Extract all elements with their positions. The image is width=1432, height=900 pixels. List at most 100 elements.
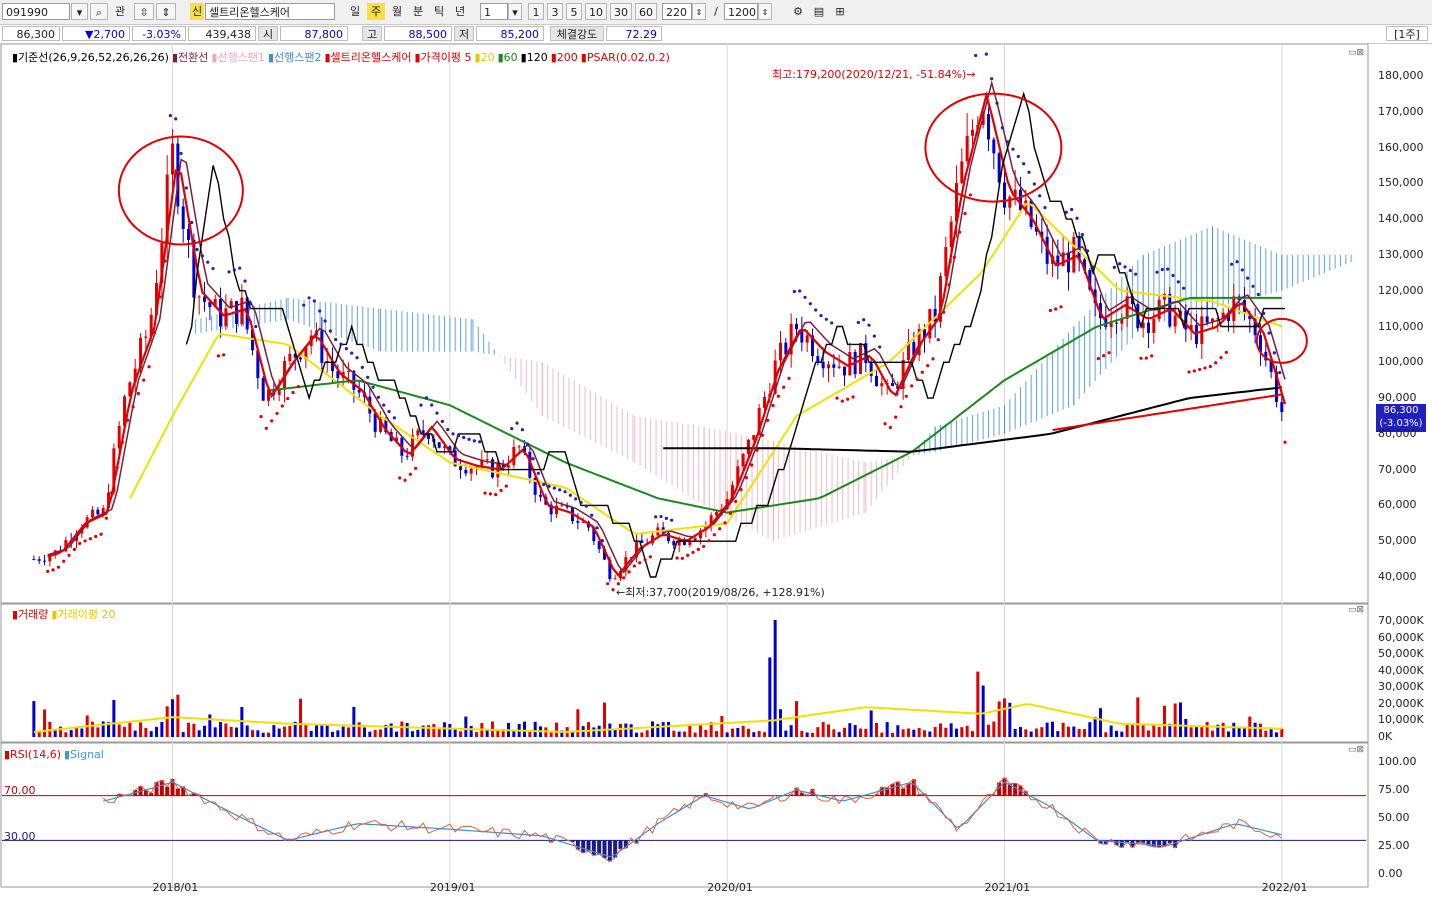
- psar-dot: [1224, 350, 1228, 354]
- legend-item[interactable]: ▮셀트리온헬스케어: [324, 51, 411, 64]
- volume-bar: [794, 701, 798, 737]
- volume-bar: [341, 726, 345, 737]
- volume-bar: [869, 710, 873, 737]
- volume-bar: [336, 730, 340, 737]
- candle-body: [459, 466, 463, 470]
- volume-bar: [1194, 727, 1198, 737]
- volume-bar: [661, 722, 665, 737]
- volume-bar: [379, 729, 383, 737]
- volume-bar: [496, 731, 500, 737]
- legend-item[interactable]: ▮20: [475, 51, 495, 64]
- high-label: 고: [362, 26, 382, 41]
- psar-dot: [291, 390, 295, 395]
- psar-dot: [1107, 351, 1111, 355]
- price-change: ▼2,700: [62, 26, 130, 41]
- watchlist-button[interactable]: 관: [110, 3, 130, 20]
- psar-dot: [910, 384, 914, 388]
- psar-dot: [403, 478, 407, 482]
- volume-bar: [890, 732, 894, 737]
- bar-count-input[interactable]: 220: [662, 3, 692, 20]
- psar-dot: [552, 486, 556, 490]
- code-change-icon[interactable]: ⇳: [134, 3, 154, 20]
- period-tick[interactable]: 틱: [430, 3, 448, 20]
- stepper-icon[interactable]: ⇕: [692, 3, 706, 20]
- total-count-input[interactable]: 1200: [724, 3, 758, 20]
- quick-5[interactable]: 5: [566, 3, 582, 20]
- volume-bar: [917, 728, 921, 737]
- volume-bar: [1045, 722, 1049, 737]
- legend-item[interactable]: ▮PSAR(0.02,0.2): [581, 51, 670, 64]
- volume-bar: [1002, 698, 1006, 737]
- volume-bar: [203, 725, 207, 737]
- bar-slash: /: [714, 5, 718, 18]
- candle-body: [405, 455, 409, 457]
- legend-item[interactable]: ▮200: [551, 51, 578, 64]
- legend-item[interactable]: ▮거래량: [12, 608, 48, 621]
- psar-dot: [1134, 272, 1138, 276]
- legend-item[interactable]: ▮Signal: [64, 748, 104, 761]
- dropdown-icon[interactable]: ▾: [71, 3, 88, 20]
- volume-bar: [443, 722, 447, 737]
- legend-item[interactable]: ▮기준선(26,9,26,52,26,26,26): [12, 51, 169, 64]
- panel-minmax-icon[interactable]: ▭⊠: [1348, 605, 1364, 615]
- ma-line-200: [1052, 393, 1282, 431]
- chart-tool-icon[interactable]: ⊞: [830, 3, 850, 20]
- psar-dot: [984, 52, 988, 56]
- candle-body: [944, 247, 948, 277]
- x-tick-label: 2018/01: [152, 881, 199, 894]
- legend-item[interactable]: ▮60: [498, 51, 518, 64]
- volume-bar: [181, 732, 185, 737]
- psar-dot: [1144, 356, 1148, 360]
- volume-bar: [906, 728, 910, 737]
- chevron-down-icon[interactable]: ▾: [508, 3, 522, 20]
- period-minute[interactable]: 분: [409, 3, 427, 20]
- legend-item[interactable]: ▮선행스팬2: [268, 51, 322, 64]
- settings-icon[interactable]: ⚙: [788, 3, 808, 20]
- candle-body: [37, 559, 41, 561]
- stock-name-field[interactable]: 셀트리온헬스케어: [205, 3, 335, 20]
- legend-item[interactable]: ▮120: [521, 51, 548, 64]
- legend-item[interactable]: ▮거래이평 20: [51, 608, 115, 621]
- psar-dot: [344, 347, 348, 351]
- updown-arrow-icon[interactable]: ⇕: [156, 3, 176, 20]
- volume-bar: [901, 729, 905, 737]
- psar-dot: [739, 487, 743, 492]
- quick-10[interactable]: 10: [585, 3, 607, 20]
- period-year[interactable]: 년: [451, 3, 469, 20]
- candle-body: [992, 139, 996, 154]
- volume-bar: [816, 727, 820, 737]
- volume-tick-label: 10,000K: [1378, 713, 1424, 727]
- interval-select[interactable]: 1: [480, 3, 508, 20]
- save-icon[interactable]: ▤: [809, 3, 829, 20]
- stock-code-input[interactable]: 091990: [2, 3, 70, 20]
- legend-item[interactable]: ▮선행스팬1: [211, 51, 265, 64]
- candle-body: [485, 459, 489, 461]
- quick-1[interactable]: 1: [528, 3, 544, 20]
- period-day[interactable]: 일: [346, 3, 364, 20]
- rsi-tick-label: 75.00: [1378, 783, 1410, 796]
- quick-30[interactable]: 30: [610, 3, 632, 20]
- psar-dot: [1150, 354, 1154, 358]
- volume-bar: [1056, 731, 1060, 737]
- volume-bar: [1093, 716, 1097, 737]
- panel-minmax-icon[interactable]: ▭⊠: [1348, 745, 1364, 755]
- legend-item[interactable]: ▮가격이평 5: [415, 51, 472, 64]
- psar-dot: [1102, 354, 1106, 358]
- quick-60[interactable]: 60: [635, 3, 657, 20]
- psar-dot: [888, 425, 892, 430]
- volume-bar: [651, 721, 655, 737]
- candle-body: [224, 308, 228, 327]
- period-month[interactable]: 월: [388, 3, 406, 20]
- legend-item[interactable]: ▮RSI(14,6): [4, 748, 61, 761]
- psar-dot: [755, 448, 759, 452]
- legend-item[interactable]: ▮전환선: [172, 51, 208, 64]
- psar-dot: [339, 342, 343, 346]
- volume-bar: [309, 730, 313, 737]
- stepper-icon[interactable]: ⇕: [758, 3, 772, 20]
- period-week[interactable]: 주: [367, 3, 385, 20]
- search-icon[interactable]: ⌕: [90, 3, 108, 20]
- quick-3[interactable]: 3: [547, 3, 563, 20]
- panel-minmax-icon[interactable]: ▭⊠: [1348, 48, 1364, 58]
- candle-body: [1002, 182, 1006, 208]
- volume-bar: [1258, 723, 1262, 737]
